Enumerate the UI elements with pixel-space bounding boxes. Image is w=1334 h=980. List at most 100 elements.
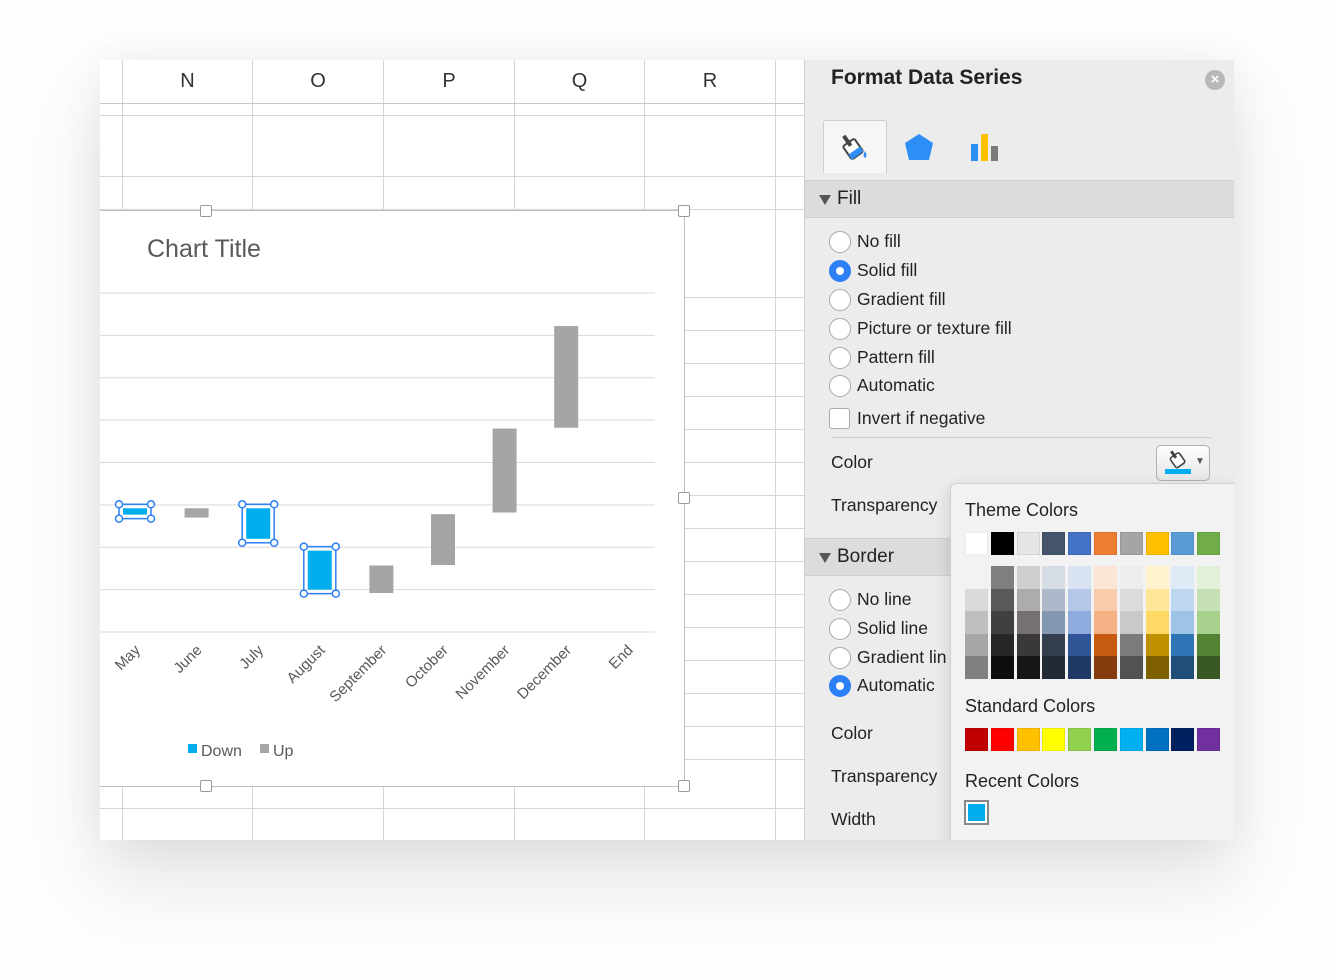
theme-color-swatch[interactable] xyxy=(965,532,988,555)
resize-handle[interactable] xyxy=(200,780,212,792)
theme-shade-swatch[interactable] xyxy=(1171,611,1194,634)
standard-color-swatch[interactable] xyxy=(1042,728,1065,751)
theme-shade-swatch[interactable] xyxy=(1094,611,1117,634)
selection-handle[interactable] xyxy=(300,543,307,550)
radio-button[interactable] xyxy=(829,231,851,253)
theme-color-swatch[interactable] xyxy=(1042,532,1065,555)
theme-shade-swatch[interactable] xyxy=(1120,566,1143,589)
theme-shade-swatch[interactable] xyxy=(1197,589,1220,612)
bar-up-october[interactable] xyxy=(431,514,455,565)
standard-color-swatch[interactable] xyxy=(1068,728,1091,751)
close-button[interactable]: × xyxy=(1205,70,1225,90)
theme-shade-swatch[interactable] xyxy=(1068,566,1091,589)
standard-color-swatch[interactable] xyxy=(1094,728,1117,751)
theme-shade-swatch[interactable] xyxy=(1171,634,1194,657)
theme-shade-swatch[interactable] xyxy=(1042,566,1065,589)
spreadsheet-grid[interactable]: N O P Q R Chart Title MayJuneJulyAugustS… xyxy=(100,60,804,840)
theme-shade-swatch[interactable] xyxy=(1017,611,1040,634)
standard-color-swatch[interactable] xyxy=(991,728,1014,751)
selection-handle[interactable] xyxy=(239,539,246,546)
bar-down-august[interactable] xyxy=(308,551,332,590)
theme-shade-swatch[interactable] xyxy=(991,611,1014,634)
recent-color-swatch[interactable] xyxy=(964,800,989,825)
radio-button[interactable] xyxy=(829,347,851,369)
tab-effects[interactable] xyxy=(889,120,951,172)
bar-up-november[interactable] xyxy=(493,429,517,513)
theme-color-swatch[interactable] xyxy=(1094,532,1117,555)
theme-shade-swatch[interactable] xyxy=(1068,634,1091,657)
fill-section-header[interactable]: Fill xyxy=(805,180,1234,218)
theme-shade-swatch[interactable] xyxy=(1146,589,1169,612)
radio-button[interactable] xyxy=(829,647,851,669)
selection-handle[interactable] xyxy=(239,501,246,508)
resize-handle[interactable] xyxy=(678,780,690,792)
theme-color-swatch[interactable] xyxy=(1146,532,1169,555)
theme-shade-swatch[interactable] xyxy=(965,566,988,589)
theme-shade-swatch[interactable] xyxy=(991,589,1014,612)
resize-handle[interactable] xyxy=(200,205,212,217)
theme-shade-swatch[interactable] xyxy=(1017,634,1040,657)
selection-handle[interactable] xyxy=(116,501,123,508)
column-header-q[interactable]: Q xyxy=(515,60,644,103)
column-header-o[interactable]: O xyxy=(253,60,383,103)
theme-shade-swatch[interactable] xyxy=(1171,589,1194,612)
chart-bars[interactable] xyxy=(116,326,579,597)
radio-button-selected[interactable] xyxy=(829,260,851,282)
theme-color-swatch[interactable] xyxy=(1068,532,1091,555)
theme-shade-swatch[interactable] xyxy=(1197,611,1220,634)
chart-plot[interactable]: Chart Title MayJuneJulyAugustSeptemberOc… xyxy=(100,211,684,786)
theme-shade-swatch[interactable] xyxy=(1171,656,1194,679)
theme-shade-swatch[interactable] xyxy=(991,656,1014,679)
theme-shade-swatch[interactable] xyxy=(965,634,988,657)
column-header-p[interactable]: P xyxy=(384,60,514,103)
column-header-n[interactable]: N xyxy=(123,60,252,103)
theme-shade-swatch[interactable] xyxy=(1017,566,1040,589)
theme-shade-swatch[interactable] xyxy=(1094,656,1117,679)
theme-shade-swatch[interactable] xyxy=(1146,566,1169,589)
theme-shade-swatch[interactable] xyxy=(1017,656,1040,679)
theme-shade-swatch[interactable] xyxy=(1042,589,1065,612)
radio-button-selected[interactable] xyxy=(829,675,851,697)
theme-shade-swatch[interactable] xyxy=(1197,656,1220,679)
theme-shade-swatch[interactable] xyxy=(1042,611,1065,634)
theme-shade-swatch[interactable] xyxy=(1042,656,1065,679)
chart-title[interactable]: Chart Title xyxy=(147,235,261,263)
radio-button[interactable] xyxy=(829,618,851,640)
theme-shade-swatch[interactable] xyxy=(991,566,1014,589)
standard-color-swatch[interactable] xyxy=(1171,728,1194,751)
selection-handle[interactable] xyxy=(116,515,123,522)
radio-button[interactable] xyxy=(829,375,851,397)
theme-shade-swatch[interactable] xyxy=(991,634,1014,657)
theme-shade-swatch[interactable] xyxy=(1197,566,1220,589)
chart-legend[interactable]: Down Up xyxy=(188,743,294,760)
theme-shade-swatch[interactable] xyxy=(1120,589,1143,612)
theme-shade-swatch[interactable] xyxy=(965,656,988,679)
theme-shade-swatch[interactable] xyxy=(965,589,988,612)
resize-handle[interactable] xyxy=(678,492,690,504)
checkbox[interactable] xyxy=(829,408,850,429)
theme-color-swatch[interactable] xyxy=(1197,532,1220,555)
radio-button[interactable] xyxy=(829,289,851,311)
theme-color-swatch[interactable] xyxy=(991,532,1014,555)
selection-handle[interactable] xyxy=(332,543,339,550)
theme-shade-swatch[interactable] xyxy=(1197,634,1220,657)
standard-color-swatch[interactable] xyxy=(1146,728,1169,751)
selection-handle[interactable] xyxy=(332,590,339,597)
legend-label-up[interactable]: Up xyxy=(273,743,294,760)
bar-up-december[interactable] xyxy=(554,326,578,428)
standard-color-swatch[interactable] xyxy=(965,728,988,751)
theme-color-swatch[interactable] xyxy=(1120,532,1143,555)
tab-fill-line[interactable] xyxy=(823,120,887,173)
theme-shade-swatch[interactable] xyxy=(1120,656,1143,679)
legend-label-down[interactable]: Down xyxy=(201,743,242,760)
radio-button[interactable] xyxy=(829,589,851,611)
theme-shade-swatch[interactable] xyxy=(1146,634,1169,657)
standard-color-swatch[interactable] xyxy=(1120,728,1143,751)
theme-shade-swatch[interactable] xyxy=(1120,611,1143,634)
tab-series-options[interactable] xyxy=(955,120,1017,172)
bar-down-july[interactable] xyxy=(246,508,270,539)
standard-color-swatch[interactable] xyxy=(1017,728,1040,751)
resize-handle[interactable] xyxy=(678,205,690,217)
fill-color-picker-button[interactable]: ▼ xyxy=(1156,445,1210,481)
radio-button[interactable] xyxy=(829,318,851,340)
